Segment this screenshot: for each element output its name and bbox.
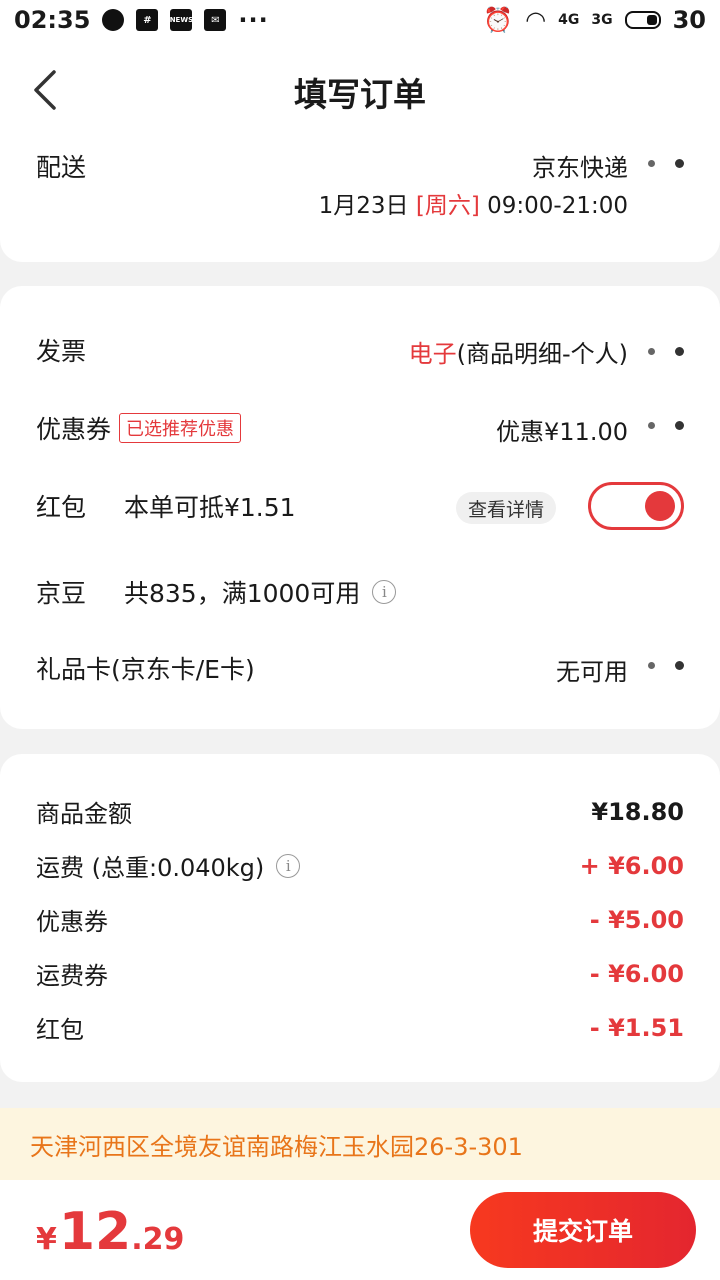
summary-label: 运费 (总重:0.040kg): [36, 854, 265, 882]
jingdou-row: 京豆 共835，满1000可用 i: [36, 574, 684, 610]
signal-3g-icon: 3G: [591, 12, 613, 28]
summary-label: 商品金额: [36, 800, 132, 828]
summary-label: 红包: [36, 1016, 84, 1044]
delivery-card[interactable]: 配送 京东快递 1月23日 [周六] 09:00-21:00: [0, 120, 720, 262]
gift-card-value: 无可用: [556, 658, 628, 686]
price-integer: 12: [58, 1202, 132, 1262]
news-icon: NEWS: [170, 9, 193, 31]
status-time: 02:35: [14, 6, 91, 34]
hash-icon: #: [136, 9, 159, 31]
price-decimal: .29: [131, 1222, 185, 1257]
summary-value: - ¥6.00: [589, 959, 684, 988]
summary-label: 优惠券: [36, 908, 108, 936]
coupon-tag: 已选推荐优惠: [119, 413, 242, 443]
delivery-carrier: 京东快递: [532, 154, 628, 182]
battery-icon: [624, 11, 661, 29]
red-packet-label: 红包: [36, 493, 87, 522]
chat-icon: [102, 9, 125, 31]
invoice-detail: (商品明细-个人): [456, 340, 628, 368]
summary-row: 优惠券 - ¥5.00: [36, 902, 684, 937]
summary-value: ¥18.80: [591, 797, 684, 826]
submit-order-button[interactable]: 提交订单: [470, 1192, 696, 1268]
more-notifications-icon: ···: [238, 6, 269, 34]
bottom-bar: ¥ 12 .29 提交订单: [0, 1180, 720, 1280]
signal-4g-icon: 4G: [558, 12, 580, 28]
currency-symbol: ¥: [36, 1222, 57, 1257]
invoice-value: 电子(商品明细-个人): [409, 334, 628, 369]
battery-level: 30: [672, 6, 706, 34]
delivery-weekday: [周六]: [415, 193, 480, 219]
delivery-label: 配送: [36, 153, 87, 182]
summary-value: + ¥6.00: [579, 851, 684, 880]
info-icon[interactable]: i: [276, 853, 301, 878]
coupon-value: 优惠¥11.00: [496, 418, 628, 446]
gift-card-label: 礼品卡(京东卡/E卡): [36, 655, 255, 684]
invoice-type: 电子: [408, 340, 457, 368]
summary-row: 运费券 - ¥6.00: [36, 956, 684, 991]
delivery-time-range: 09:00-21:00: [487, 193, 628, 219]
more-dots-icon[interactable]: [648, 420, 684, 430]
more-dots-icon[interactable]: [648, 660, 684, 670]
total-price: ¥ 12 .29: [36, 1202, 184, 1262]
summary-label: 运费券: [36, 962, 108, 990]
delivery-date: 1月23日: [318, 193, 409, 219]
more-dots-icon[interactable]: [648, 346, 684, 356]
summary-row: 红包 - ¥1.51: [36, 1010, 684, 1045]
status-bar: 02:35 # NEWS ✉ ··· ⏰ ◠ 4G 3G 30: [0, 0, 720, 40]
mail-icon: ✉: [204, 9, 227, 31]
delivery-time: 1月23日 [周六] 09:00-21:00: [319, 186, 628, 220]
options-card: 发票 电子(商品明细-个人) 优惠券 已选推荐优惠 优惠¥11.00 红包 本单…: [0, 286, 720, 729]
jingdou-desc: 共835，满1000可用: [124, 579, 361, 608]
alarm-icon: ⏰: [483, 6, 514, 34]
red-packet-row: 红包 本单可抵¥1.51: [36, 488, 684, 524]
red-packet-toggle[interactable]: [588, 482, 684, 530]
info-icon[interactable]: i: [372, 580, 397, 604]
address-text: 天津河西区全境友谊南路梅江玉水园26-3-301: [30, 1132, 523, 1161]
invoice-label: 发票: [36, 337, 87, 366]
summary-row: 运费 (总重:0.040kg) i + ¥6.00: [36, 848, 684, 883]
summary-value: - ¥5.00: [589, 905, 684, 934]
red-packet-desc: 本单可抵¥1.51: [124, 493, 296, 522]
coupon-label: 优惠券: [36, 415, 112, 444]
wifi-icon: ◠: [525, 6, 547, 34]
page-title: 填写订单: [294, 75, 426, 114]
address-bar[interactable]: 天津河西区全境友谊南路梅江玉水园26-3-301: [0, 1108, 720, 1180]
price-summary-card: 商品金额 ¥18.80 运费 (总重:0.040kg) i + ¥6.00 优惠…: [0, 754, 720, 1082]
summary-row: 商品金额 ¥18.80: [36, 794, 684, 829]
more-dots-icon[interactable]: [648, 158, 684, 168]
view-detail-button[interactable]: 查看详情: [455, 492, 556, 524]
jingdou-label: 京豆: [36, 579, 87, 608]
summary-value: - ¥1.51: [589, 1013, 684, 1042]
